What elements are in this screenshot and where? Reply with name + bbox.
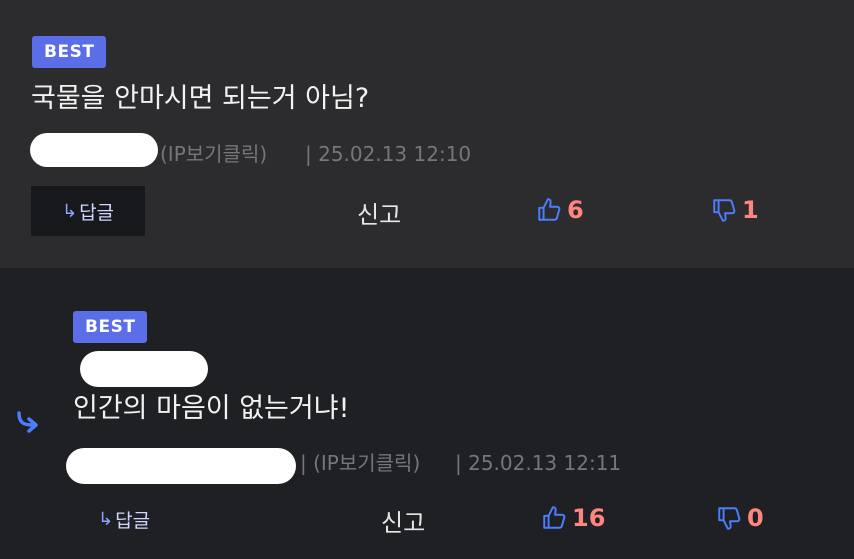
report-button[interactable]: 신고: [357, 195, 401, 230]
reply-button[interactable]: ↳ 답글: [98, 506, 150, 533]
reply-arrow-icon: ↳: [98, 509, 114, 530]
comment-timestamp: | 25.02.13 12:11: [455, 451, 622, 475]
reply-button[interactable]: ↳ 답글: [31, 186, 145, 236]
comment-list: BEST 국물을 안마시면 되는거 아님? (IP보기클릭) | 25.02.1…: [0, 0, 854, 559]
thumbs-down-icon: [713, 199, 736, 222]
redacted-author: [30, 133, 158, 167]
report-button[interactable]: 신고: [381, 503, 425, 538]
thumbs-up-icon: [543, 506, 566, 529]
ip-view-link[interactable]: | (IP보기클릭): [300, 449, 420, 477]
ip-view-link[interactable]: (IP보기클릭): [160, 140, 267, 168]
like-count: 16: [572, 504, 606, 532]
reply-label: 답글: [79, 201, 115, 224]
reply-indicator-icon: [14, 410, 44, 438]
dislike-count: 0: [747, 504, 764, 532]
reply-label: 답글: [115, 510, 151, 532]
thumbs-down-icon: [718, 507, 741, 530]
redacted-author: [66, 448, 296, 484]
comment-timestamp: | 25.02.13 12:10: [305, 142, 472, 166]
like-count: 6: [567, 196, 584, 224]
thumbs-up-icon: [538, 198, 561, 221]
best-badge: BEST: [73, 311, 148, 343]
like-button[interactable]: 6: [536, 196, 584, 224]
redacted-author: [80, 351, 208, 387]
reply-arrow-icon: ↳: [61, 200, 78, 222]
dislike-button[interactable]: 1: [711, 196, 759, 224]
comment-best-1: BEST 국물을 안마시면 되는거 아님? (IP보기클릭) | 25.02.1…: [0, 0, 854, 268]
comment-text: 국물을 안마시면 되는거 아님?: [31, 83, 370, 114]
dislike-button[interactable]: 0: [716, 504, 764, 532]
comment-text: 인간의 마음이 없는거냐!: [73, 393, 350, 424]
like-button[interactable]: 16: [541, 504, 605, 532]
best-badge: BEST: [32, 36, 107, 68]
dislike-count: 1: [742, 196, 759, 224]
